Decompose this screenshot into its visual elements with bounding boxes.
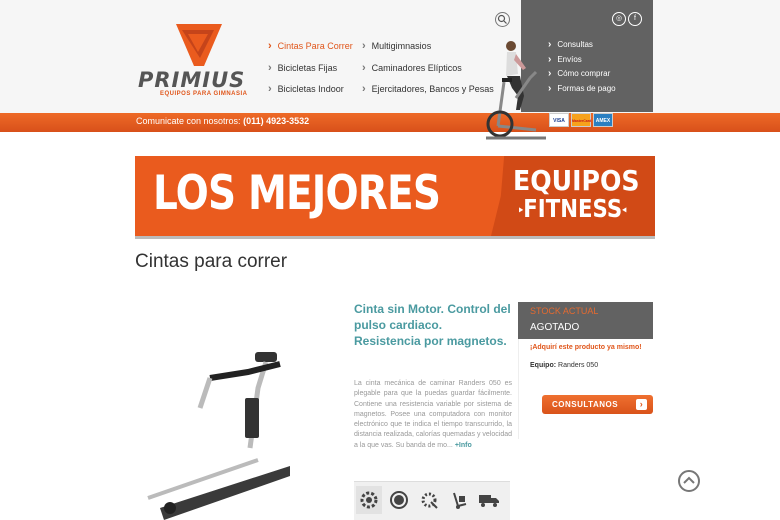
banner-fitness: ▸FITNESS◂ — [519, 194, 627, 223]
quality-badge-icon[interactable] — [386, 486, 412, 514]
brand-logo[interactable]: PRIMIUS EQUIPOS PARA GIMNASIA — [138, 22, 260, 100]
treadmill-image — [147, 352, 290, 520]
gear-icon[interactable] — [356, 486, 382, 514]
stock-equipo: Equipo: Randers 050 — [530, 362, 598, 369]
hero-banner: LOS MEJORES EQUIPOS ▸FITNESS◂ — [135, 156, 655, 236]
search-icon[interactable] — [495, 12, 510, 27]
banner-headline: LOS MEJORES — [153, 166, 441, 221]
facebook-icon[interactable]: f — [628, 12, 642, 26]
banner-equipos: EQUIPOS — [513, 164, 640, 197]
menu-formas-de-pago[interactable]: Formas de pago — [548, 83, 615, 94]
site-header: PRIMIUS EQUIPOS PARA GIMNASIA Cintas Par… — [0, 0, 780, 113]
amex-card-icon: AMEX — [593, 113, 613, 127]
logo-wordmark: PRIMIUS — [138, 68, 246, 92]
hand-truck-icon[interactable] — [446, 486, 472, 514]
banner-fitness-text: FITNESS — [523, 194, 623, 223]
nav-bicicletas-indoor[interactable]: Bicicletas Indoor — [268, 83, 344, 95]
settings-icon[interactable] — [416, 486, 442, 514]
buy-now-link[interactable]: ¡Adquirí este producto ya mismo! — [530, 344, 642, 351]
consultanos-label: CONSULTANOS — [552, 400, 619, 409]
consultanos-button[interactable]: CONSULTANOS › — [542, 395, 653, 414]
contact-phone[interactable]: (011) 4923-3532 — [243, 116, 309, 126]
logo-shield-icon — [176, 24, 222, 66]
nav-bicicletas-fijas[interactable]: Bicicletas Fijas — [268, 62, 338, 74]
more-info-link[interactable]: +Info — [455, 442, 472, 449]
instagram-icon[interactable]: ◎ — [612, 12, 626, 26]
nav-cintas[interactable]: Cintas Para Correr — [268, 40, 353, 52]
logo-tagline: EQUIPOS PARA GIMNASIA — [160, 91, 248, 97]
equipo-label: Equipo: — [530, 362, 557, 369]
banner-shadow — [135, 236, 655, 239]
product-description: La cinta mecánica de caminar Randers 050… — [354, 379, 512, 451]
stock-status: AGOTADO — [530, 322, 580, 333]
nav-caminadores[interactable]: Caminadores Elípticos — [362, 62, 462, 74]
stock-label: STOCK ACTUAL — [530, 306, 599, 316]
description-text: La cinta mecánica de caminar Randers 050… — [354, 380, 512, 449]
chevron-right-icon: › — [636, 399, 647, 410]
contact-text: Comunicate con nosotros: (011) 4923-3532 — [136, 116, 309, 126]
nav-ejercitadores[interactable]: Ejercitadores, Bancos y Pesas — [362, 83, 494, 95]
stock-header: STOCK ACTUAL AGOTADO — [518, 302, 653, 339]
scroll-to-top-icon[interactable] — [678, 470, 700, 492]
payment-cards: VISA MasterCard AMEX — [549, 113, 613, 128]
delivery-truck-icon[interactable] — [476, 486, 502, 514]
equipo-value: Randers 050 — [558, 362, 599, 369]
nav-multigimnasios[interactable]: Multigimnasios — [362, 40, 432, 52]
stock-body — [518, 339, 653, 439]
contact-bar — [0, 113, 780, 132]
mastercard-icon: MasterCard — [571, 113, 591, 127]
feature-icons-bar — [354, 481, 510, 520]
contact-label: Comunicate con nosotros: — [136, 116, 241, 126]
page-title: Cintas para correr — [135, 251, 288, 272]
product-title: Cinta sin Motor. Control del pulso cardi… — [354, 302, 511, 348]
exercise-bike-image — [486, 41, 546, 140]
menu-como-comprar[interactable]: Cómo comprar — [548, 68, 610, 79]
